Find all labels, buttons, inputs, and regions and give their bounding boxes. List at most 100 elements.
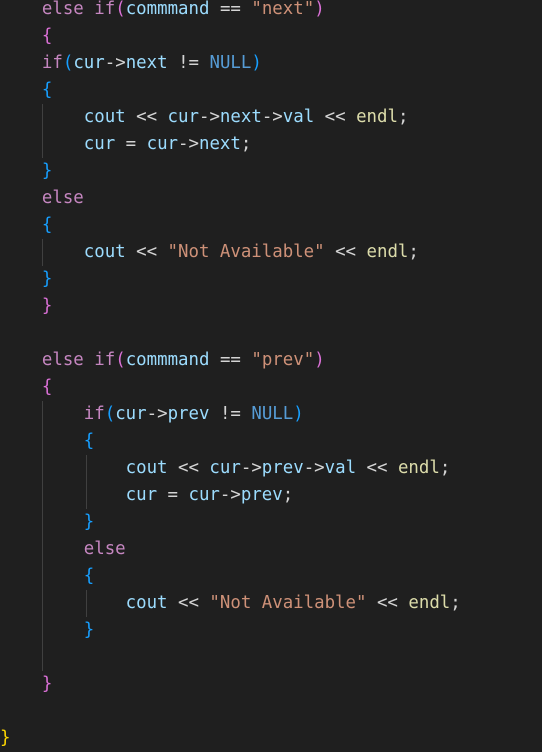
code-token: { <box>83 431 95 451</box>
code-token: = <box>115 134 147 154</box>
code-token: << <box>324 242 367 262</box>
code-token: if <box>41 53 63 73</box>
code-token: else <box>41 0 84 19</box>
indent-guide <box>42 104 43 131</box>
code-token: prev <box>167 404 210 424</box>
code-line[interactable]: if(cur->prev != NULL) <box>0 401 542 428</box>
code-token: -> <box>261 107 283 127</box>
code-token: { <box>41 215 53 235</box>
indent-guide <box>42 482 43 509</box>
code-token: = <box>157 485 189 505</box>
code-token: ; <box>439 458 451 478</box>
code-line[interactable]: if(cur->next != NULL) <box>0 50 542 77</box>
code-token: prev <box>261 458 304 478</box>
indent-guide <box>86 482 87 509</box>
indent-guide <box>86 590 87 617</box>
code-token: if <box>83 404 105 424</box>
code-token: else <box>83 539 126 559</box>
code-line[interactable]: else if(commmand == "prev") <box>0 347 542 374</box>
code-token: } <box>83 620 95 640</box>
code-line[interactable]: cout << cur->prev->val << endl; <box>0 455 542 482</box>
code-line[interactable]: } <box>0 266 542 293</box>
indent-guide <box>42 617 43 644</box>
code-token: if <box>94 350 116 370</box>
code-token: prev <box>240 485 283 505</box>
code-token: ( <box>115 0 126 19</box>
code-token: cur <box>73 53 105 73</box>
code-line[interactable] <box>0 644 542 671</box>
code-token: NULL <box>251 404 294 424</box>
code-token: -> <box>104 53 126 73</box>
code-token: commmand <box>125 350 210 370</box>
code-token: == <box>209 350 252 370</box>
code-token: next <box>125 53 168 73</box>
indent-guide <box>42 239 43 266</box>
code-token: cur <box>167 107 199 127</box>
code-line[interactable]: { <box>0 212 542 239</box>
code-line[interactable]: { <box>0 563 542 590</box>
code-token: else <box>41 350 84 370</box>
code-token: } <box>41 674 53 694</box>
code-line[interactable]: { <box>0 77 542 104</box>
code-line[interactable]: cout << "Not Available" << endl; <box>0 590 542 617</box>
indent-guide <box>86 455 87 482</box>
indent-guide <box>42 509 43 536</box>
code-token: != <box>167 53 210 73</box>
indent-guide <box>42 131 43 158</box>
code-line[interactable]: { <box>0 428 542 455</box>
code-token: -> <box>303 458 325 478</box>
code-token: -> <box>146 404 168 424</box>
code-token: "prev" <box>251 350 315 370</box>
code-token: << <box>167 593 210 613</box>
code-line[interactable]: else <box>0 185 542 212</box>
code-line[interactable]: } <box>0 158 542 185</box>
code-line[interactable]: else if(commmand == "next") <box>0 0 542 23</box>
code-line[interactable]: } <box>0 617 542 644</box>
code-token: endl <box>366 242 409 262</box>
code-token: NULL <box>209 53 252 73</box>
code-token: commmand <box>125 0 210 19</box>
code-token: { <box>41 80 53 100</box>
code-token: { <box>41 26 53 46</box>
code-line[interactable]: } <box>0 293 542 320</box>
code-token: ) <box>314 0 325 19</box>
code-line[interactable]: } <box>0 671 542 698</box>
code-token: -> <box>219 485 241 505</box>
code-token: next <box>198 134 241 154</box>
code-token: ; <box>408 242 419 262</box>
indent-guide <box>42 563 43 590</box>
code-line[interactable]: } <box>0 725 542 752</box>
code-token: ; <box>450 593 461 613</box>
code-token: endl <box>408 593 451 613</box>
code-token: != <box>209 404 252 424</box>
code-line[interactable]: { <box>0 374 542 401</box>
code-line[interactable]: { <box>0 23 542 50</box>
code-token: "Not Available" <box>167 242 325 262</box>
code-token: << <box>366 593 409 613</box>
code-line[interactable]: cur = cur->next; <box>0 131 542 158</box>
code-token: ( <box>115 350 126 370</box>
code-line[interactable]: } <box>0 509 542 536</box>
code-editor[interactable]: else if(commmand == "next") { if(cur->ne… <box>0 0 542 748</box>
code-line[interactable]: cout << cur->next->val << endl; <box>0 104 542 131</box>
indent-guide <box>42 401 43 428</box>
code-line[interactable] <box>0 698 542 725</box>
code-line[interactable]: cout << "Not Available" << endl; <box>0 239 542 266</box>
code-token: if <box>94 0 116 19</box>
code-line[interactable]: cur = cur->prev; <box>0 482 542 509</box>
code-token: << <box>314 107 357 127</box>
code-token: "next" <box>251 0 315 19</box>
code-area[interactable]: else if(commmand == "next") { if(cur->ne… <box>0 0 542 752</box>
code-line[interactable]: else <box>0 536 542 563</box>
code-line[interactable] <box>0 320 542 347</box>
